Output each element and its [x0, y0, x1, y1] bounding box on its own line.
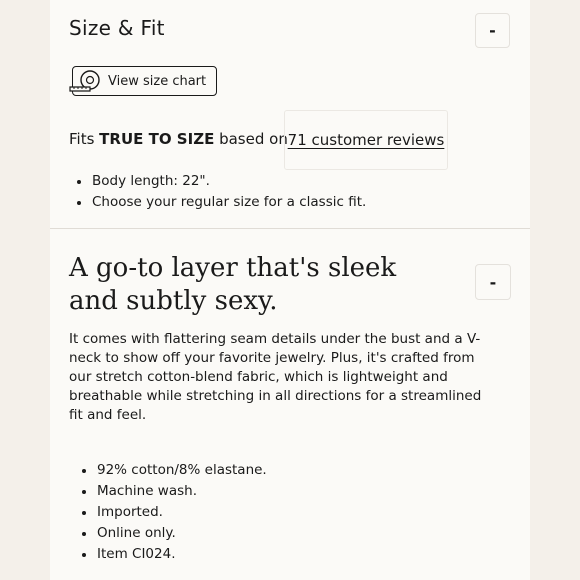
- fit-bullet-list: Body length: 22". Choose your regular si…: [69, 171, 366, 213]
- fit-prefix: Fits: [69, 130, 100, 148]
- fit-rating: TRUE TO SIZE: [99, 130, 215, 148]
- list-item: Machine wash.: [74, 481, 267, 502]
- minus-icon: -: [489, 21, 496, 40]
- description-collapse-button[interactable]: -: [475, 264, 511, 300]
- fit-summary: Fits TRUE TO SIZE based on: [69, 130, 288, 148]
- description-title: A go-to layer that's sleek and subtly se…: [69, 253, 397, 316]
- description-body: It comes with flattering seam details un…: [69, 331, 482, 423]
- measuring-tape-icon: [68, 68, 104, 94]
- reviews-link-box[interactable]: 71 customer reviews: [284, 110, 448, 170]
- view-size-chart-button[interactable]: View size chart: [69, 66, 217, 96]
- minus-icon: -: [489, 272, 497, 292]
- size-fit-collapse-button[interactable]: -: [475, 13, 510, 48]
- list-item: 92% cotton/8% elastane.: [74, 460, 267, 481]
- section-divider: [50, 228, 530, 229]
- product-details-list: 92% cotton/8% elastane. Machine wash. Im…: [74, 460, 267, 565]
- size-fit-title: Size & Fit: [69, 16, 165, 40]
- list-item: Online only.: [74, 523, 267, 544]
- list-item: Body length: 22".: [69, 171, 366, 192]
- view-size-chart-label: View size chart: [108, 73, 207, 89]
- list-item: Imported.: [74, 502, 267, 523]
- list-item: Choose your regular size for a classic f…: [69, 192, 366, 213]
- customer-reviews-link[interactable]: 71 customer reviews: [288, 131, 445, 149]
- fit-suffix: based on: [214, 130, 288, 148]
- list-item: Item CI024.: [74, 544, 267, 565]
